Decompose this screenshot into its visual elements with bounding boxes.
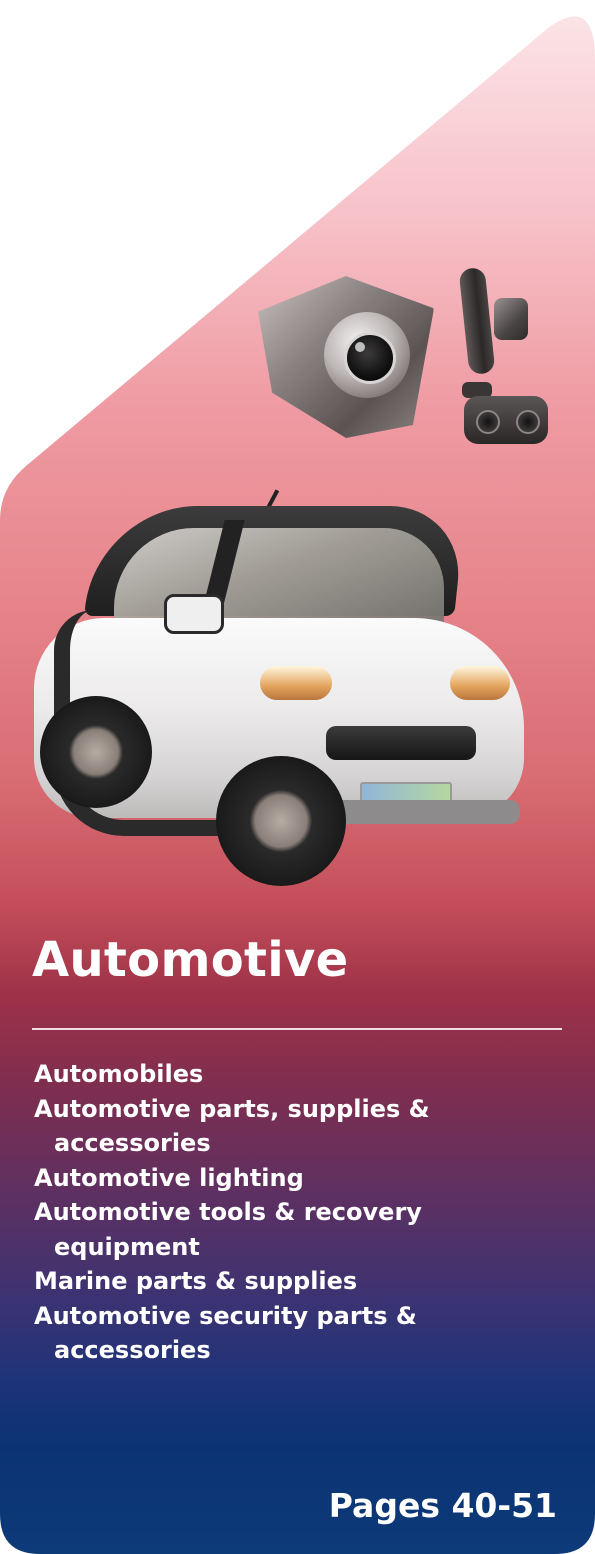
category-item: Automotive security parts & accessories	[34, 1301, 417, 1364]
category-list: Automobiles Automotive parts, supplies &…	[34, 1057, 564, 1368]
side-camera-image	[464, 262, 526, 378]
category-item: Automotive parts, supplies & accessories	[34, 1094, 430, 1157]
title-divider	[32, 1028, 562, 1030]
category-item: Marine parts & supplies	[34, 1267, 358, 1295]
section-title: Automotive	[32, 932, 349, 988]
page-range: Pages 40-51	[328, 1486, 557, 1525]
dash-camera-image	[258, 276, 434, 438]
car-image	[30, 500, 530, 890]
rear-camera-image	[462, 382, 552, 452]
category-item: Automotive lighting	[34, 1163, 304, 1192]
car-cameras-image	[258, 262, 558, 462]
category-item: Automotive tools & recovery equipment	[34, 1198, 422, 1261]
section-panel: Automotive Automobiles Automotive parts,…	[0, 0, 595, 1554]
category-item: Automobiles	[34, 1060, 204, 1088]
